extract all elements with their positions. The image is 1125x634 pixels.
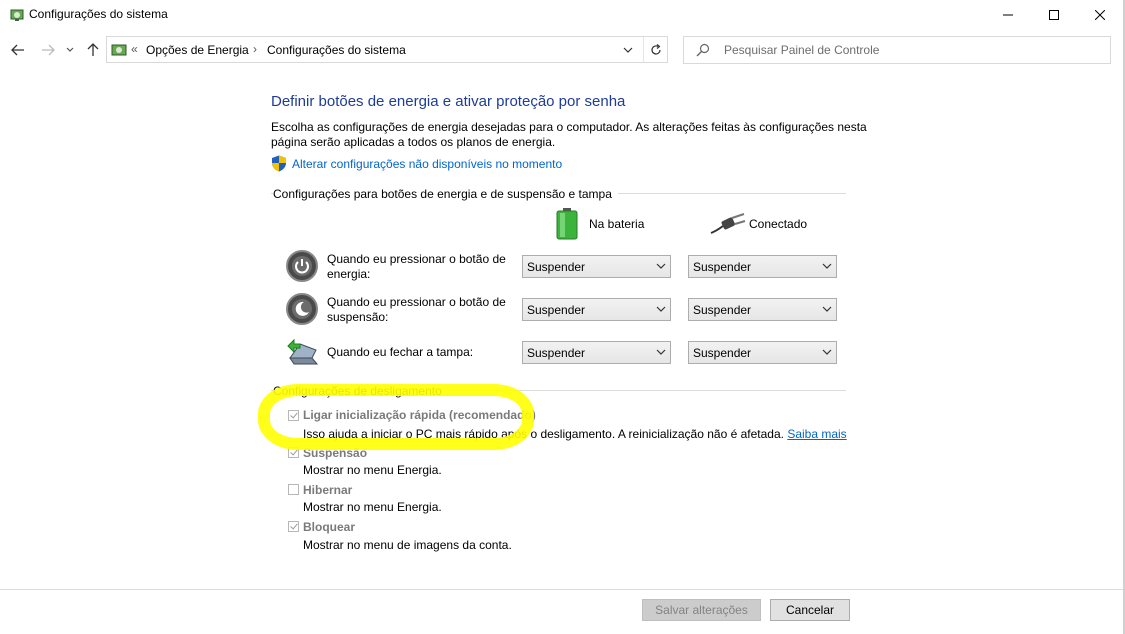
maximize-icon [1049,10,1059,20]
sleep-label: Suspensão [303,446,368,460]
shutdown-section-title: Configurações de desligamento [273,384,448,398]
power-plug-icon [710,213,746,234]
fast-startup-description: Isso ajuda a iniciar o PC mais rápido ap… [303,427,847,441]
control-panel-icon [111,44,127,56]
recent-locations-button[interactable] [62,38,78,62]
address-bar[interactable]: « Opções de Energia › Configurações do s… [106,36,668,63]
learn-more-link[interactable]: Saiba mais [787,427,846,441]
lock-label: Bloquear [303,520,356,534]
minimize-button[interactable] [985,0,1031,30]
arrow-left-icon [11,44,24,56]
power-section-title: Configurações para botões de energia e d… [273,187,618,201]
power-options-icon [10,9,24,21]
sleep-button-icon [286,293,318,325]
sleep-checkbox[interactable] [288,447,299,458]
select-value: Suspender [527,260,586,274]
address-dropdown-button[interactable] [615,37,641,62]
arrow-up-icon [87,43,99,56]
chevron-down-icon [623,47,633,53]
change-unavailable-settings-link[interactable]: Alterar configurações não disponíveis no… [292,157,562,171]
search-box[interactable]: Pesquisar Painel de Controle [683,36,1111,64]
window-title: Configurações do sistema [29,7,168,21]
chevron-down-icon [822,349,832,355]
maximize-button[interactable] [1031,0,1077,30]
chevron-down-icon [66,47,74,52]
search-input[interactable]: Pesquisar Painel de Controle [724,43,879,57]
battery-icon [556,208,578,240]
lid-close-battery-select[interactable]: Suspender [522,341,671,364]
chevron-down-icon [822,263,832,269]
forward-button[interactable] [37,38,59,62]
close-icon [1095,10,1105,20]
breadcrumb-overflow[interactable]: « [131,42,138,56]
up-button[interactable] [82,38,104,62]
minimize-icon [1003,14,1013,16]
back-button[interactable] [7,38,29,62]
fast-startup-desc-text: Isso ajuda a iniciar o PC mais rápido ap… [303,427,784,441]
select-value: Suspender [527,303,586,317]
power-button-icon [286,250,318,282]
select-value: Suspender [693,346,752,360]
page-title: Definir botões de energia e ativar prote… [271,93,626,110]
uac-shield-icon [272,155,286,172]
breadcrumb-system-settings[interactable]: Configurações do sistema [267,43,406,57]
battery-column-label: Na bateria [589,217,645,231]
fast-startup-label: Ligar inicialização rápida (recomendado) [303,408,536,422]
footer-divider [0,589,1125,590]
chevron-down-icon [656,263,666,269]
breadcrumb-power-options[interactable]: Opções de Energia [146,43,249,57]
select-value: Suspender [693,303,752,317]
chevron-down-icon [656,349,666,355]
breadcrumb-separator[interactable]: › [253,42,257,56]
select-value: Suspender [693,260,752,274]
arrow-right-icon [42,44,55,56]
close-button[interactable] [1077,0,1123,30]
sleep-description: Mostrar no menu Energia. [303,463,442,477]
sleep-button-label: Quando eu pressionar o botão de suspensã… [327,295,506,324]
power-button-battery-select[interactable]: Suspender [522,255,671,278]
laptop-lid-icon [287,338,318,365]
lock-checkbox[interactable] [288,521,299,532]
hibernate-checkbox[interactable] [288,484,299,495]
refresh-icon [651,43,661,55]
power-button-label: Quando eu pressionar o botão de energia: [327,252,506,281]
chevron-down-icon [822,306,832,312]
hibernate-label: Hibernar [303,483,353,497]
chevron-down-icon [656,306,666,312]
search-icon [696,43,710,57]
lid-close-plugged-select[interactable]: Suspender [688,341,837,364]
hibernate-description: Mostrar no menu Energia. [303,500,442,514]
save-changes-button[interactable]: Salvar alterações [642,599,761,621]
fast-startup-checkbox[interactable] [288,410,299,421]
refresh-button[interactable] [643,37,668,62]
plugged-column-label: Conectado [749,217,808,231]
power-button-plugged-select[interactable]: Suspender [688,255,837,278]
lock-description: Mostrar no menu de imagens da conta. [303,538,512,552]
lid-close-label: Quando eu fechar a tampa: [327,345,474,359]
sleep-button-plugged-select[interactable]: Suspender [688,298,837,321]
select-value: Suspender [527,346,586,360]
title-bar [0,0,1125,30]
cancel-button[interactable]: Cancelar [770,599,850,621]
sleep-button-battery-select[interactable]: Suspender [522,298,671,321]
page-description: Escolha as configurações de energia dese… [271,120,867,149]
